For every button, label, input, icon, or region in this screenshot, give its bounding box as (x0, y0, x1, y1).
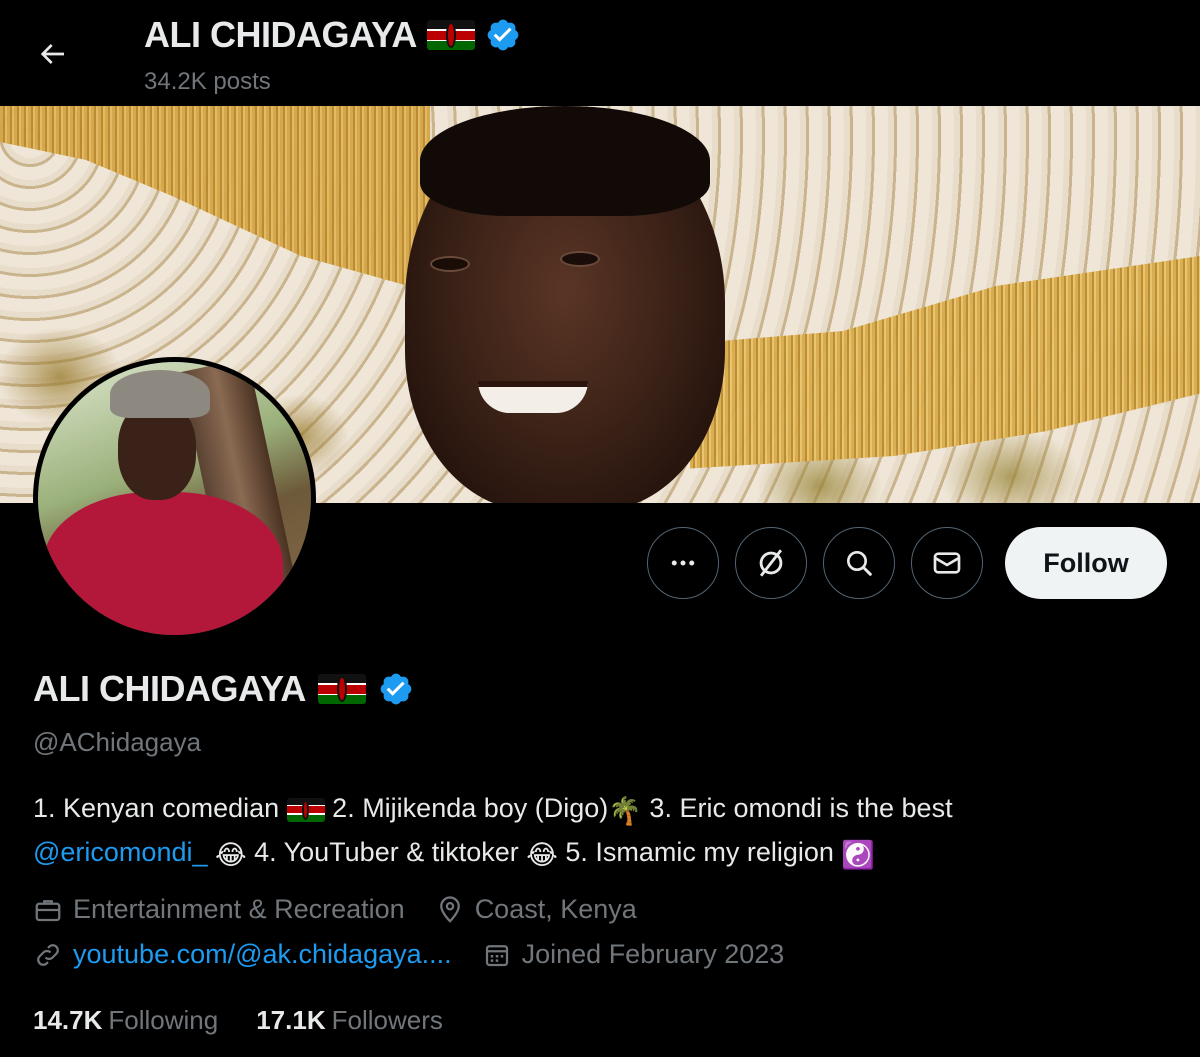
curtain-fringe (0, 106, 430, 292)
followers-count: 17.1K (256, 1005, 326, 1035)
more-icon (671, 560, 695, 566)
bio-text: 4. YouTuber & tiktoker (246, 837, 527, 867)
follow-stats: 14.7K Following 17.1K Followers (33, 1005, 443, 1036)
joined-item: Joined February 2023 (482, 939, 785, 970)
header-name: ALI CHIDAGAYA (144, 14, 417, 55)
banner-hair (420, 106, 710, 216)
location-pin-icon (439, 895, 460, 923)
bio-text: 1. Kenyan comedian (33, 793, 287, 823)
yin-yang-icon: ☯️ (841, 840, 876, 870)
search-profile-button[interactable] (823, 527, 895, 599)
following-link[interactable]: 14.7K Following (33, 1005, 218, 1036)
category-item: Entertainment & Recreation (33, 894, 405, 925)
arrow-left-icon (40, 44, 64, 64)
back-button[interactable] (28, 30, 76, 78)
calendar-icon (485, 944, 508, 966)
bio-text: 5. Ismamic my religion (557, 837, 842, 867)
avatar[interactable] (33, 357, 316, 640)
profile-meta: youtube.com/@ak.chidagaya.... Joined Feb… (33, 939, 814, 970)
banner-eye (430, 256, 470, 272)
followers-label: Followers (331, 1005, 443, 1035)
search-icon (847, 551, 872, 576)
location-item: Coast, Kenya (435, 894, 637, 925)
display-name: ALI CHIDAGAYA (33, 668, 306, 709)
profile-actions: Follow (647, 527, 1167, 599)
profile-name: ALI CHIDAGAYA (33, 668, 414, 710)
profile-handle: @AChidagaya (33, 727, 202, 757)
website-link[interactable]: youtube.com/@ak.chidagaya.... (73, 939, 452, 970)
grok-button[interactable] (735, 527, 807, 599)
palm-tree-icon: 🌴 (608, 796, 642, 826)
link-icon (37, 943, 59, 966)
verified-badge-icon (487, 19, 519, 51)
category-text: Entertainment & Recreation (73, 894, 405, 924)
profile-bio: 1. Kenyan comedian 2. Mijikenda boy (Dig… (33, 788, 1173, 876)
banner-smile (478, 381, 588, 413)
more-button[interactable] (647, 527, 719, 599)
grok-icon (759, 549, 783, 577)
bio-text: 2. Mijikenda boy (Digo) (324, 793, 609, 823)
banner-eye (560, 251, 600, 267)
message-button[interactable] (911, 527, 983, 599)
header-title: ALI CHIDAGAYA (144, 14, 521, 56)
briefcase-icon (35, 899, 61, 921)
verified-badge-icon[interactable] (378, 671, 414, 707)
profile-meta: Entertainment & Recreation Coast, Kenya (33, 894, 667, 925)
avatar-shirt (43, 492, 283, 635)
bio-mention-link[interactable]: @ericomondi_ (33, 837, 208, 867)
posts-count: 34.2K posts (144, 68, 271, 95)
follow-button[interactable]: Follow (1005, 527, 1167, 599)
followers-link[interactable]: 17.1K Followers (256, 1005, 443, 1036)
joined-text: Joined February 2023 (521, 939, 785, 969)
laughing-emoji-icon: 😂 (526, 840, 558, 870)
kenya-flag-icon (426, 20, 475, 50)
kenya-flag-icon (317, 674, 366, 704)
curtain-fringe (690, 256, 1200, 469)
top-bar: ALI CHIDAGAYA 34.2K posts (0, 0, 1200, 106)
avatar-cap (110, 370, 210, 418)
location-text: Coast, Kenya (474, 894, 637, 924)
following-count: 14.7K (33, 1005, 103, 1035)
bio-text: 3. Eric omondi is the best (641, 793, 953, 823)
kenya-flag-icon (286, 797, 325, 822)
website-item: youtube.com/@ak.chidagaya.... (33, 939, 452, 970)
laughing-emoji-icon: 😂 (215, 840, 247, 870)
following-label: Following (108, 1005, 219, 1035)
message-icon (933, 552, 961, 574)
